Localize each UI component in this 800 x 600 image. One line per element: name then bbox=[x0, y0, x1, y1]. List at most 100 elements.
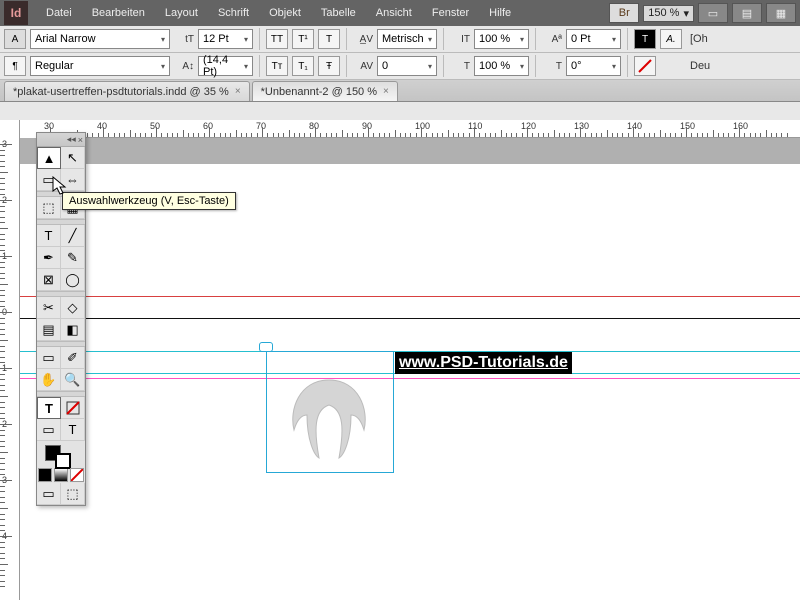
free-transform-tool[interactable]: ◇ bbox=[61, 297, 85, 319]
default-fill-stroke-button[interactable] bbox=[61, 397, 85, 419]
chevron-down-icon: ▾ bbox=[244, 62, 248, 71]
pasteboard-band bbox=[20, 138, 800, 164]
leading-value: (14,4 Pt) bbox=[203, 54, 242, 78]
menu-tabelle[interactable]: Tabelle bbox=[311, 7, 366, 19]
apply-fill-text-button[interactable]: T bbox=[37, 397, 61, 419]
collapse-icon[interactable]: ◂◂ bbox=[67, 134, 76, 145]
note-tool[interactable]: ▭ bbox=[37, 347, 61, 369]
doc-tab-2[interactable]: *Unbenannt-2 @ 150 %× bbox=[252, 81, 398, 101]
vertical-scale-dropdown[interactable]: 100 % ▾ bbox=[474, 29, 529, 49]
underline-button[interactable]: T bbox=[318, 29, 340, 49]
gradient-swatch-tool[interactable]: ▤ bbox=[37, 319, 61, 341]
direct-selection-tool[interactable]: ↖ bbox=[61, 147, 85, 169]
control-bar-1: A Arial Narrow▾ tT 12 Pt▾ TT T¹ T A̲V Me… bbox=[0, 26, 800, 53]
view-mode-2-button[interactable]: ▤ bbox=[732, 3, 762, 23]
text-frame[interactable]: www.PSD-Tutorials.de bbox=[394, 351, 800, 373]
leading-dropdown[interactable]: (14,4 Pt)▾ bbox=[198, 56, 253, 76]
horizontal-ruler[interactable]: 30405060708090100110120130140150160 bbox=[40, 120, 800, 138]
menu-hilfe[interactable]: Hilfe bbox=[479, 7, 521, 19]
guide-margin-top[interactable] bbox=[20, 296, 800, 297]
tools-panel-header[interactable]: ◂◂× bbox=[37, 133, 85, 147]
placed-graphic bbox=[279, 370, 379, 470]
chevron-down-icon: ▾ bbox=[612, 62, 616, 71]
chevron-down-icon: ▾ bbox=[428, 35, 432, 44]
guide-column[interactable] bbox=[20, 378, 800, 379]
view-mode-preview-button[interactable]: ⬚ bbox=[61, 483, 85, 505]
line-tool[interactable]: ╱ bbox=[61, 225, 85, 247]
close-icon[interactable]: × bbox=[383, 86, 389, 97]
hand-tool[interactable]: ✋ bbox=[37, 369, 61, 391]
ellipse-tool[interactable]: ◯ bbox=[61, 269, 85, 291]
chevron-down-icon: ▾ bbox=[612, 35, 616, 44]
bridge-button[interactable]: Br bbox=[609, 3, 639, 23]
chevron-down-icon: ▾ bbox=[520, 35, 524, 44]
arrange-button[interactable]: ▦ bbox=[766, 3, 796, 23]
baseline-shift-dropdown[interactable]: 0 Pt▾ bbox=[566, 29, 621, 49]
type-tool[interactable]: T bbox=[37, 225, 61, 247]
font-size-value: 12 Pt bbox=[203, 33, 229, 45]
menu-fenster[interactable]: Fenster bbox=[422, 7, 479, 19]
apply-gradient-button[interactable] bbox=[54, 468, 68, 482]
subscript-button[interactable]: T₁ bbox=[292, 56, 314, 76]
scissors-tool[interactable]: ✂ bbox=[37, 297, 61, 319]
gradient-feather-tool[interactable]: ◧ bbox=[61, 319, 85, 341]
selected-image-frame[interactable] bbox=[266, 351, 394, 473]
zoom-tool[interactable]: 🔍 bbox=[61, 369, 85, 391]
chevron-down-icon: ▾ bbox=[161, 35, 165, 44]
formatting-text-button[interactable]: T bbox=[61, 419, 85, 441]
tracking-dropdown[interactable]: 0▾ bbox=[377, 56, 437, 76]
apply-none-button[interactable] bbox=[70, 468, 84, 482]
close-icon[interactable]: × bbox=[235, 86, 241, 97]
vscale-value: 100 % bbox=[479, 33, 510, 45]
tracking-icon: AV bbox=[353, 61, 373, 72]
page-tool[interactable]: ▭ bbox=[37, 169, 61, 191]
gap-tool[interactable]: ⇔ bbox=[61, 169, 85, 191]
strikethrough-button[interactable]: Ŧ bbox=[318, 56, 340, 76]
stroke-swatch[interactable] bbox=[634, 56, 656, 76]
chevron-down-icon: ▾ bbox=[161, 62, 165, 71]
smallcaps-button[interactable]: Tт bbox=[266, 56, 288, 76]
menu-schrift[interactable]: Schrift bbox=[208, 7, 259, 19]
menu-bearbeiten[interactable]: Bearbeiten bbox=[82, 7, 155, 19]
menu-layout[interactable]: Layout bbox=[155, 7, 208, 19]
menu-datei[interactable]: Datei bbox=[36, 7, 82, 19]
menubar: Id Datei Bearbeiten Layout Schrift Objek… bbox=[0, 0, 800, 26]
eyedropper-tool[interactable]: ✐ bbox=[61, 347, 85, 369]
zoom-level[interactable]: 150 %▾ bbox=[643, 5, 694, 22]
vertical-ruler[interactable]: 32101234 bbox=[0, 120, 20, 600]
char-style-button[interactable]: A. bbox=[660, 29, 682, 49]
rectangle-frame-tool[interactable]: ⊠ bbox=[37, 269, 61, 291]
tools-panel[interactable]: ◂◂× ▲↖▭⇔⬚▦T╱✒✎⊠◯✂◇▤◧▭✐✋🔍T▭T ▭ ⬚ bbox=[36, 132, 86, 506]
chevron-down-icon: ▾ bbox=[428, 62, 432, 71]
link-anchor-icon[interactable] bbox=[259, 342, 273, 352]
view-mode-1-button[interactable]: ▭ bbox=[698, 3, 728, 23]
menu-ansicht[interactable]: Ansicht bbox=[366, 7, 422, 19]
view-mode-normal-button[interactable]: ▭ bbox=[37, 483, 61, 505]
color-swatches[interactable] bbox=[37, 441, 85, 467]
content-collector-tool[interactable]: ⬚ bbox=[37, 197, 61, 219]
superscript-button[interactable]: T¹ bbox=[292, 29, 314, 49]
para-mode-button[interactable]: ¶ bbox=[4, 56, 26, 76]
close-icon[interactable]: × bbox=[78, 135, 83, 145]
allcaps-button[interactable]: TT bbox=[266, 29, 288, 49]
kerning-dropdown[interactable]: Metrisch▾ bbox=[377, 29, 437, 49]
pen-tool[interactable]: ✒ bbox=[37, 247, 61, 269]
font-size-dropdown[interactable]: 12 Pt▾ bbox=[198, 29, 253, 49]
skew-dropdown[interactable]: 0°▾ bbox=[566, 56, 621, 76]
font-family-dropdown[interactable]: Arial Narrow▾ bbox=[30, 29, 170, 49]
guide-page-edge bbox=[20, 318, 800, 319]
char-mode-button[interactable]: A bbox=[4, 29, 26, 49]
fill-swatch[interactable]: T bbox=[634, 29, 656, 49]
horizontal-scale-dropdown[interactable]: 100 %▾ bbox=[474, 56, 529, 76]
font-style-dropdown[interactable]: Regular▾ bbox=[30, 56, 170, 76]
app-icon: Id bbox=[4, 1, 28, 25]
stroke-color-swatch[interactable] bbox=[55, 453, 71, 469]
url-text[interactable]: www.PSD-Tutorials.de bbox=[395, 352, 572, 374]
zoom-value: 150 % bbox=[648, 7, 679, 19]
formatting-container-button[interactable]: ▭ bbox=[37, 419, 61, 441]
pencil-tool[interactable]: ✎ bbox=[61, 247, 85, 269]
menu-objekt[interactable]: Objekt bbox=[259, 7, 311, 19]
selection-tool[interactable]: ▲ bbox=[37, 147, 61, 169]
apply-color-button[interactable] bbox=[38, 468, 52, 482]
doc-tab-1[interactable]: *plakat-usertreffen-psdtutorials.indd @ … bbox=[4, 81, 250, 101]
